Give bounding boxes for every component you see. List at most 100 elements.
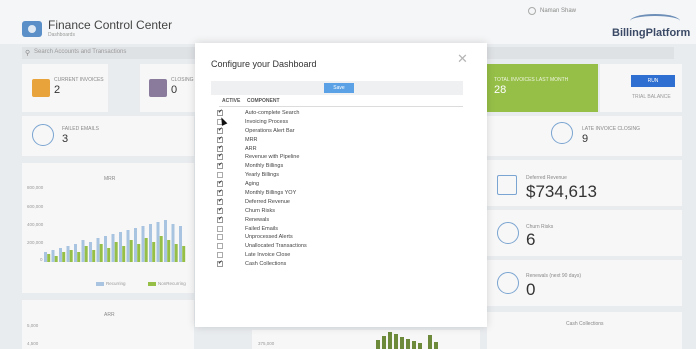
legend-label-recurring: Recurring	[106, 281, 126, 286]
bar-recurring	[81, 240, 85, 262]
bar-recurring	[119, 232, 122, 262]
component-row: Auto-complete Search	[215, 109, 465, 118]
active-checkbox[interactable]	[217, 216, 223, 223]
bar-recurring	[149, 224, 152, 262]
revenue-icon	[497, 175, 517, 195]
bar-nonrecurring	[122, 246, 126, 262]
component-list: Auto-complete Search Invoicing Process Ope…	[215, 109, 465, 269]
column-header-active: ACTIVE	[222, 98, 241, 104]
kpi-value: 3	[62, 133, 69, 145]
arr-chart-card[interactable]	[22, 300, 194, 349]
configure-dashboard-modal: Configure your Dashboard ✕ Save ACTIVE C…	[195, 43, 487, 327]
component-row: Renewals	[215, 216, 465, 225]
bar-recurring	[96, 238, 100, 262]
legend-label-nonrecurring: NonRecurring	[158, 281, 186, 286]
bar-recurring	[126, 230, 130, 262]
mrr-bars	[44, 220, 186, 262]
bar-recurring	[89, 242, 92, 262]
component-name: Auto-complete Search	[245, 110, 300, 116]
component-name: Invoicing Process	[245, 118, 289, 125]
bar-nonrecurring	[152, 242, 156, 262]
component-name: Renewals	[245, 216, 270, 223]
bar-recurring	[51, 250, 55, 262]
active-checkbox[interactable]	[217, 127, 223, 134]
bar-recurring	[179, 226, 182, 262]
active-checkbox[interactable]	[217, 189, 223, 197]
active-checkbox[interactable]	[217, 136, 223, 143]
component-name: Yearly Billings	[245, 172, 280, 179]
bar-nonrecurring	[114, 242, 118, 262]
user-icon[interactable]	[528, 7, 536, 15]
bar-nonrecurring	[92, 250, 96, 262]
y-tick-label: 375,000	[258, 341, 275, 346]
legend-swatch-nonrecurring	[148, 282, 156, 286]
arr-chart-title: ARR	[104, 312, 115, 318]
bar-nonrecurring	[174, 244, 178, 262]
app-subtitle: Dashboards	[48, 32, 75, 38]
active-checkbox[interactable]	[217, 180, 223, 188]
app-logo-icon[interactable]	[22, 21, 42, 37]
component-row: Monthly Billings	[215, 162, 465, 171]
y-tick-label: 0	[40, 257, 43, 262]
brand-name: BillingPlatform	[612, 27, 691, 39]
active-checkbox[interactable]	[217, 162, 223, 170]
active-checkbox[interactable]	[217, 225, 223, 232]
component-row: Revenue with Pipeline	[215, 153, 465, 162]
bar-nonrecurring	[69, 250, 73, 262]
component-row: Yearly Billings	[215, 171, 465, 180]
bar-recurring	[66, 246, 70, 262]
active-checkbox[interactable]	[217, 172, 223, 179]
email-icon	[32, 124, 54, 146]
component-row: Unallocated Transactions	[215, 242, 465, 251]
component-name: Cash Collections	[245, 261, 287, 268]
y-tick-label: 400,000	[27, 222, 44, 227]
kpi-value: 0	[171, 84, 178, 96]
bar-nonrecurring	[107, 248, 111, 262]
column-header-component: COMPONENT	[247, 98, 280, 104]
users-icon	[497, 222, 519, 244]
active-checkbox[interactable]	[217, 243, 223, 250]
cash-collections-card[interactable]	[487, 312, 682, 349]
brand-logo-icon	[630, 14, 680, 28]
run-button[interactable]: RUN	[631, 75, 675, 87]
component-row: ARR	[215, 145, 465, 154]
refresh-icon	[497, 272, 519, 294]
component-name: Aging	[245, 181, 260, 188]
legend-swatch-recurring	[96, 282, 104, 286]
cash-collections-title: Cash Collections	[566, 321, 604, 327]
bar-nonrecurring	[99, 244, 103, 262]
component-row: Cash Collections	[215, 260, 465, 269]
component-name: Unallocated Transactions	[245, 243, 307, 250]
active-checkbox[interactable]	[217, 260, 223, 268]
bar-nonrecurring	[167, 240, 171, 262]
bar-nonrecurring	[62, 252, 66, 262]
kpi-value: 2	[54, 84, 61, 96]
close-icon[interactable]: ✕	[457, 51, 468, 67]
component-name: Failed Emails	[245, 225, 279, 232]
kpi-label: FAILED EMAILS	[62, 126, 99, 132]
metric-label: Deferred Revenue	[526, 175, 567, 181]
component-name: Operations Alert Bar	[245, 127, 295, 134]
y-tick-label: 5,000	[27, 323, 39, 328]
active-checkbox[interactable]	[217, 207, 223, 214]
clock-icon	[149, 79, 167, 97]
user-name[interactable]: Naman Shaw	[540, 8, 576, 14]
save-button[interactable]: Save	[324, 83, 354, 93]
clock-icon	[551, 122, 573, 144]
component-row: Late Invoice Close	[215, 251, 465, 260]
active-checkbox[interactable]	[217, 234, 223, 241]
component-row: Aging	[215, 180, 465, 189]
active-checkbox[interactable]	[217, 153, 223, 161]
component-name: Late Invoice Close	[245, 252, 291, 259]
modal-title: Configure your Dashboard	[211, 59, 317, 69]
active-checkbox[interactable]	[217, 198, 223, 205]
bar-nonrecurring	[137, 244, 141, 262]
kpi-label: TOTAL INVOICES LAST MONTH	[494, 77, 569, 83]
active-checkbox[interactable]	[217, 109, 223, 116]
component-name: Churn Risks	[245, 207, 275, 214]
component-row: Churn Risks	[215, 207, 465, 216]
bar-nonrecurring	[77, 252, 81, 262]
component-row: Failed Emails	[215, 225, 465, 234]
active-checkbox[interactable]	[217, 252, 223, 259]
active-checkbox[interactable]	[217, 145, 223, 152]
